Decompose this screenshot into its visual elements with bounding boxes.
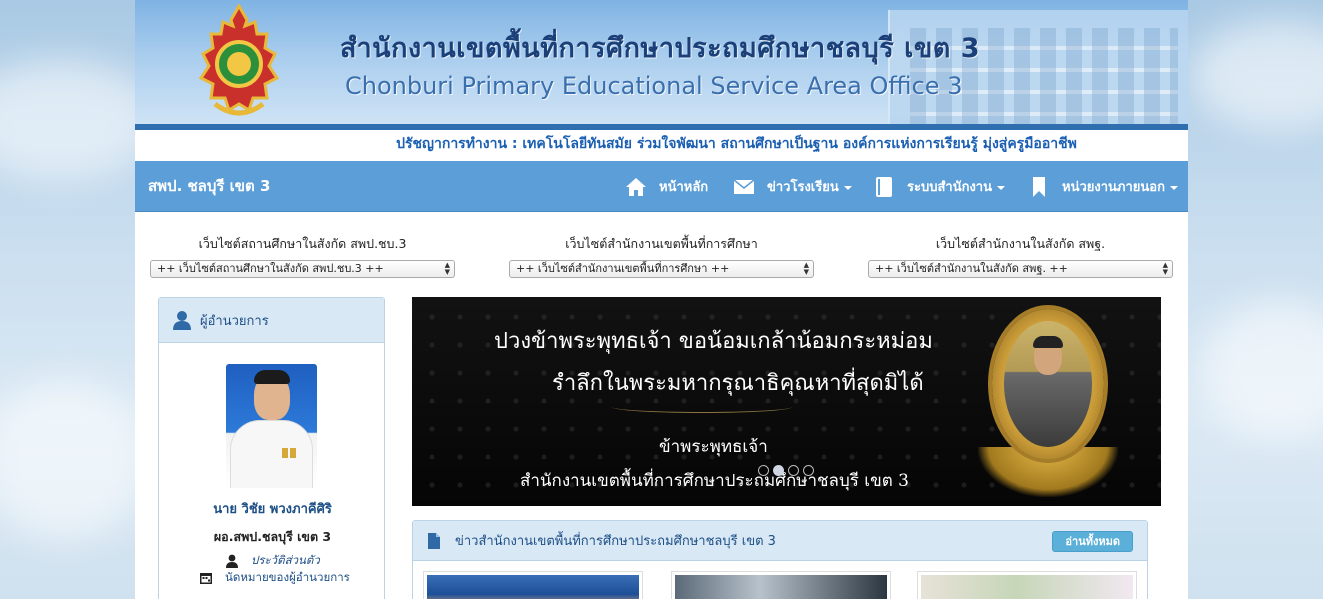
image-slider[interactable]: ปวงข้าพระพุทธเจ้า ขอน้อมเกล้าน้อมกระหม่อ…	[412, 297, 1161, 506]
slider-text-line2: รำลึกในพระมหากรุณาธิคุณหาที่สุดมิได้	[552, 371, 924, 396]
news-panel-header: ข่าวสำนักงานเขตพื้นที่การศึกษาประถมศึกษา…	[413, 521, 1147, 561]
news-thumbnail[interactable]	[671, 571, 891, 599]
slider-dot[interactable]	[758, 465, 769, 476]
school-websites-value: ++ เว็บไซต์สถานศึกษาในสังกัด สพป.ชบ.3 ++	[157, 262, 384, 275]
site-title-english: Chonburi Primary Educational Service Are…	[345, 72, 963, 100]
school-websites-label: เว็บไซต์สถานศึกษาในสังกัด สพป.ชบ.3	[198, 236, 407, 251]
chevron-down-icon	[1169, 185, 1178, 190]
school-websites-group: เว็บไซต์สถานศึกษาในสังกัด สพป.ชบ.3 ++ เว…	[150, 234, 455, 278]
area-office-websites-group: เว็บไซต์สำนักงานเขตพื้นที่การศึกษา ++ เว…	[509, 234, 814, 278]
background-cloud	[0, 380, 150, 540]
director-panel-header: ผู้อำนวยการ	[159, 298, 384, 343]
news-thumbnail[interactable]	[917, 571, 1137, 599]
area-office-websites-value: ++ เว็บไซต์สำนักงานเขตพื้นที่การศึกษา ++	[516, 262, 730, 275]
calendar-icon	[200, 573, 212, 584]
select-arrows-icon: ▲ ▼	[444, 261, 450, 276]
envelope-icon	[733, 178, 755, 194]
area-office-websites-select[interactable]: ++ เว็บไซต์สำนักงานเขตพื้นที่การศึกษา ++…	[509, 260, 814, 278]
nav-office-system[interactable]: ระบบสำนักงาน	[873, 161, 1005, 212]
slider-dot-active[interactable]	[773, 465, 784, 476]
philosophy-text: ปรัชญาการทำงาน : เทคโนโลยีทันสมัย ร่วมใจ…	[396, 136, 1077, 152]
navbar-brand[interactable]: สพป. ชลบุรี เขต 3	[148, 161, 270, 212]
document-icon	[428, 532, 440, 549]
director-photo[interactable]	[226, 364, 317, 488]
nav-school-news-label: ข่าวโรงเรียน	[767, 180, 839, 195]
director-profile-label: ประวัติส่วนตัว	[251, 553, 320, 567]
director-name[interactable]: นาย วิชัย พวงภาคีศิริ	[159, 498, 386, 519]
slider-dot[interactable]	[788, 465, 799, 476]
nav-home-label: หน้าหลัก	[659, 180, 709, 195]
director-appointments-link[interactable]: นัดหมายของผู้อำนวยการ	[199, 569, 350, 587]
director-position: ผอ.สพป.ชลบุรี เขต 3	[213, 529, 332, 544]
news-panel: ข่าวสำนักงานเขตพื้นที่การศึกษาประถมศึกษา…	[412, 520, 1148, 599]
director-panel: ผู้อำนวยการ นาย วิชัย พวงภาคีศิริ ผอ.สพป…	[158, 297, 385, 599]
background-cloud	[1190, 20, 1323, 130]
background-cloud	[1200, 300, 1323, 440]
director-profile-link[interactable]: ประวัติส่วนตัว	[225, 552, 320, 570]
select-arrows-icon: ▲ ▼	[1162, 261, 1168, 276]
obec-office-websites-select[interactable]: ++ เว็บไซต์สำนักงานในสังกัด สพฐ. ++ ▲ ▼	[868, 260, 1173, 278]
news-panel-title: ข่าวสำนักงานเขตพื้นที่การศึกษาประถมศึกษา…	[455, 534, 776, 549]
slider-dot[interactable]	[803, 465, 814, 476]
news-thumbnail[interactable]	[423, 571, 643, 599]
page-container: สำนักงานเขตพื้นที่การศึกษาประถมศึกษาชลบุ…	[135, 0, 1188, 599]
nav-external-agencies[interactable]: หน่วยงานภายนอก	[1028, 161, 1178, 212]
royal-portrait	[992, 309, 1104, 459]
slider-text-line3: ข้าพระพุทธเจ้า	[659, 437, 768, 457]
nav-external-agencies-label: หน่วยงานภายนอก	[1062, 180, 1165, 195]
slider-indicators	[758, 465, 814, 476]
school-websites-select[interactable]: ++ เว็บไซต์สถานศึกษาในสังกัด สพป.ชบ.3 ++…	[150, 260, 455, 278]
select-arrows-icon: ▲ ▼	[803, 261, 809, 276]
nav-school-news[interactable]: ข่าวโรงเรียน	[733, 161, 852, 212]
director-panel-title: ผู้อำนวยการ	[200, 313, 269, 329]
home-icon	[626, 177, 646, 196]
book-icon	[876, 176, 892, 197]
obec-office-websites-group: เว็บไซต์สำนักงานในสังกัด สพฐ. ++ เว็บไซต…	[868, 234, 1173, 278]
slider-ornament	[612, 401, 792, 413]
user-icon	[173, 311, 191, 330]
nav-home[interactable]: หน้าหลัก	[625, 161, 708, 212]
obec-emblem-logo[interactable]	[195, 4, 283, 120]
chevron-down-icon	[843, 185, 852, 190]
slider-text-line1: ปวงข้าพระพุทธเจ้า ขอน้อมเกล้าน้อมกระหม่อ…	[494, 329, 933, 354]
header-banner: สำนักงานเขตพื้นที่การศึกษาประถมศึกษาชลบุ…	[135, 0, 1188, 124]
obec-office-websites-value: ++ เว็บไซต์สำนักงานในสังกัด สพฐ. ++	[875, 262, 1068, 275]
user-icon	[226, 554, 238, 568]
nav-office-system-label: ระบบสำนักงาน	[907, 180, 992, 195]
obec-office-websites-label: เว็บไซต์สำนักงานในสังกัด สพฐ.	[935, 236, 1106, 251]
site-title-thai: สำนักงานเขตพื้นที่การศึกษาประถมศึกษาชลบุ…	[340, 33, 981, 64]
director-appointments-label: นัดหมายของผู้อำนวยการ	[225, 570, 350, 584]
area-office-websites-label: เว็บไซต์สำนักงานเขตพื้นที่การศึกษา	[565, 236, 758, 251]
main-navbar: สพป. ชลบุรี เขต 3 หน้าหลัก ข่าวโรงเรียน …	[135, 161, 1188, 212]
bookmark-icon	[1033, 176, 1045, 197]
chevron-down-icon	[997, 185, 1005, 190]
read-all-button[interactable]: อ่านทั้งหมด	[1052, 531, 1133, 552]
slider-text-line4: สำนักงานเขตพื้นที่การศึกษาประถมศึกษาชลบุ…	[520, 471, 909, 491]
